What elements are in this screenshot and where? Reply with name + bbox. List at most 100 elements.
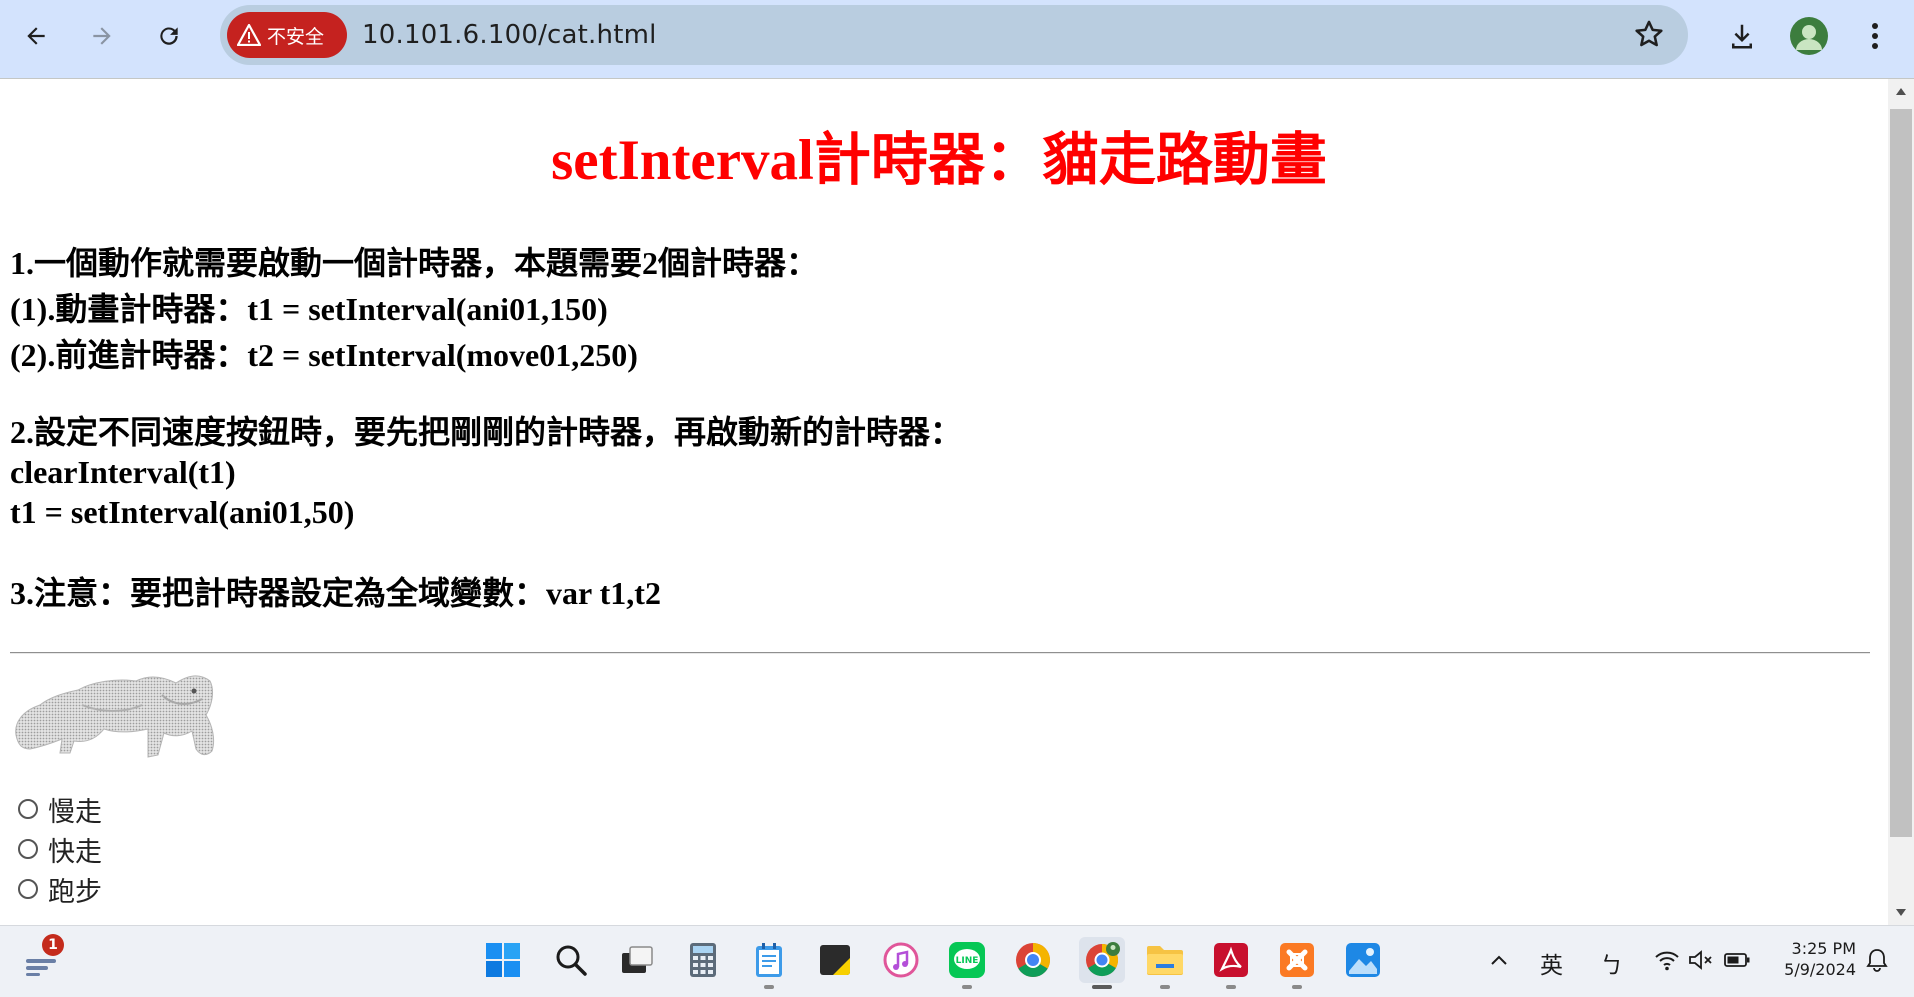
folder-icon bbox=[1147, 946, 1183, 975]
address-bar[interactable]: 不安全 10.101.6.100/cat.html bbox=[220, 5, 1688, 65]
chrome-app[interactable] bbox=[1013, 940, 1053, 980]
radio-label: 跑步 bbox=[48, 876, 102, 908]
radio-slow-walk[interactable]: 慢走 bbox=[18, 790, 102, 828]
notification-badge: 1 bbox=[42, 934, 64, 956]
tray-overflow-button[interactable] bbox=[1486, 940, 1512, 980]
clock-time: 3:25 PM bbox=[1791, 939, 1856, 958]
volume-status[interactable] bbox=[1686, 940, 1716, 980]
line-icon: LINE bbox=[949, 942, 985, 978]
star-icon bbox=[1635, 20, 1663, 47]
wifi-status[interactable] bbox=[1652, 940, 1682, 980]
security-label: 不安全 bbox=[267, 25, 325, 48]
download-icon bbox=[1732, 24, 1752, 49]
radio-fast-walk[interactable]: 快走 bbox=[18, 830, 102, 868]
wifi-icon bbox=[1655, 951, 1679, 971]
sticky-notes-icon bbox=[820, 945, 850, 975]
running-indicator bbox=[1292, 985, 1302, 989]
chrome-profile-app[interactable] bbox=[1079, 937, 1125, 983]
notifications-button[interactable] bbox=[1862, 940, 1892, 980]
section2-line: clearInterval(t1) bbox=[10, 454, 236, 490]
section1-line: (1).動畫計時器：t1 = setInterval(ani01,150) bbox=[10, 291, 608, 327]
radio-run[interactable]: 跑步 bbox=[18, 870, 102, 908]
radio-label: 快走 bbox=[48, 836, 102, 868]
volume-muted-icon bbox=[1689, 950, 1712, 970]
horizontal-rule bbox=[10, 652, 1870, 654]
chevron-up-icon bbox=[1491, 955, 1507, 965]
radio-button[interactable] bbox=[18, 879, 38, 899]
battery-status[interactable] bbox=[1722, 940, 1752, 980]
acrobat-icon bbox=[1214, 943, 1248, 977]
svg-text:LINE: LINE bbox=[956, 956, 979, 966]
windows-icon bbox=[486, 943, 520, 977]
back-button[interactable] bbox=[14, 14, 58, 58]
warning-icon bbox=[237, 24, 261, 46]
reload-icon bbox=[160, 27, 178, 45]
clock-date: 5/9/2024 bbox=[1784, 960, 1856, 979]
scroll-up-icon[interactable] bbox=[1895, 87, 1907, 97]
menu-button[interactable] bbox=[1853, 14, 1897, 58]
xampp-app[interactable] bbox=[1277, 940, 1317, 980]
task-view-icon bbox=[622, 946, 653, 973]
active-indicator bbox=[1092, 985, 1112, 989]
itunes-icon bbox=[883, 942, 919, 978]
section1-line: 1.一個動作就需要啟動一個計時器，本題需要2個計時器： bbox=[10, 245, 819, 281]
radio-button[interactable] bbox=[18, 839, 38, 859]
page-content: setInterval計時器：貓走路動畫 1.一個動作就需要啟動一個計時器，本題… bbox=[0, 79, 1888, 925]
widgets-button[interactable]: 1 bbox=[22, 934, 64, 982]
photos-app[interactable] bbox=[1343, 940, 1383, 980]
radio-button[interactable] bbox=[18, 799, 38, 819]
radio-label: 慢走 bbox=[48, 796, 102, 828]
start-button[interactable] bbox=[483, 940, 523, 980]
browser-toolbar: 不安全 10.101.6.100/cat.html bbox=[0, 0, 1914, 79]
notepad-app[interactable] bbox=[749, 940, 789, 980]
forward-arrow-icon bbox=[93, 27, 111, 45]
bookmark-button[interactable] bbox=[1632, 17, 1666, 55]
vertical-scrollbar[interactable] bbox=[1888, 79, 1914, 925]
ime-language[interactable]: 英 bbox=[1540, 946, 1563, 980]
calculator-app[interactable] bbox=[683, 940, 723, 980]
page-title: setInterval計時器：貓走路動畫 bbox=[551, 129, 1327, 192]
scroll-down-icon[interactable] bbox=[1895, 907, 1907, 917]
section2-line: t1 = setInterval(ani01,50) bbox=[10, 494, 355, 530]
downloads-button[interactable] bbox=[1720, 14, 1764, 58]
security-chip[interactable]: 不安全 bbox=[227, 12, 347, 58]
section1-line: (2).前進計時器：t2 = setInterval(move01,250) bbox=[10, 337, 638, 373]
battery-icon bbox=[1724, 953, 1750, 967]
section-speed-buttons: 2.設定不同速度按鈕時，要先把剛剛的計時器，再啟動新的計時器： clearInt… bbox=[10, 412, 962, 532]
file-explorer-app[interactable] bbox=[1145, 940, 1185, 980]
more-vert-icon bbox=[1872, 23, 1878, 49]
running-indicator bbox=[764, 985, 774, 989]
search-icon bbox=[556, 945, 587, 976]
scroll-thumb[interactable] bbox=[1890, 109, 1912, 837]
section2-line: 2.設定不同速度按鈕時，要先把剛剛的計時器，再啟動新的計時器： bbox=[10, 414, 963, 450]
url-text[interactable]: 10.101.6.100/cat.html bbox=[362, 20, 657, 50]
cat-image bbox=[15, 675, 215, 758]
chrome-profile-icon bbox=[1086, 942, 1120, 977]
notepad-icon bbox=[756, 943, 782, 977]
section3-line: 3.注意：要把計時器設定為全域變數：var t1,t2 bbox=[10, 575, 661, 611]
running-indicator bbox=[1226, 985, 1236, 989]
ime-mode[interactable]: ㄅ bbox=[1600, 946, 1623, 980]
back-arrow-icon bbox=[27, 27, 45, 45]
photos-icon bbox=[1346, 943, 1380, 977]
calculator-icon bbox=[690, 943, 716, 977]
avatar-icon bbox=[1790, 17, 1828, 55]
search-button[interactable] bbox=[551, 940, 591, 980]
line-app[interactable]: LINE bbox=[947, 940, 987, 980]
running-indicator bbox=[962, 985, 972, 989]
task-view-button[interactable] bbox=[617, 940, 657, 980]
bell-icon bbox=[1866, 949, 1888, 972]
xampp-icon bbox=[1280, 943, 1314, 977]
profile-button[interactable] bbox=[1787, 14, 1831, 58]
chrome-icon bbox=[1016, 943, 1050, 977]
clock[interactable]: 3:25 PM 5/9/2024 bbox=[1760, 938, 1856, 980]
running-indicator bbox=[1160, 985, 1170, 989]
forward-button[interactable] bbox=[80, 14, 124, 58]
reload-button[interactable] bbox=[147, 14, 191, 58]
itunes-app[interactable] bbox=[881, 940, 921, 980]
acrobat-app[interactable] bbox=[1211, 940, 1251, 980]
sticky-notes-app[interactable] bbox=[815, 940, 855, 980]
section-global-vars: 3.注意：要把計時器設定為全域變數：var t1,t2 bbox=[10, 573, 661, 613]
section-timers: 1.一個動作就需要啟動一個計時器，本題需要2個計時器： (1).動畫計時器：t1… bbox=[10, 240, 818, 378]
taskbar: 1 LINE 英 ㄅ 3:25 PM 5/9/2024 bbox=[0, 925, 1914, 997]
